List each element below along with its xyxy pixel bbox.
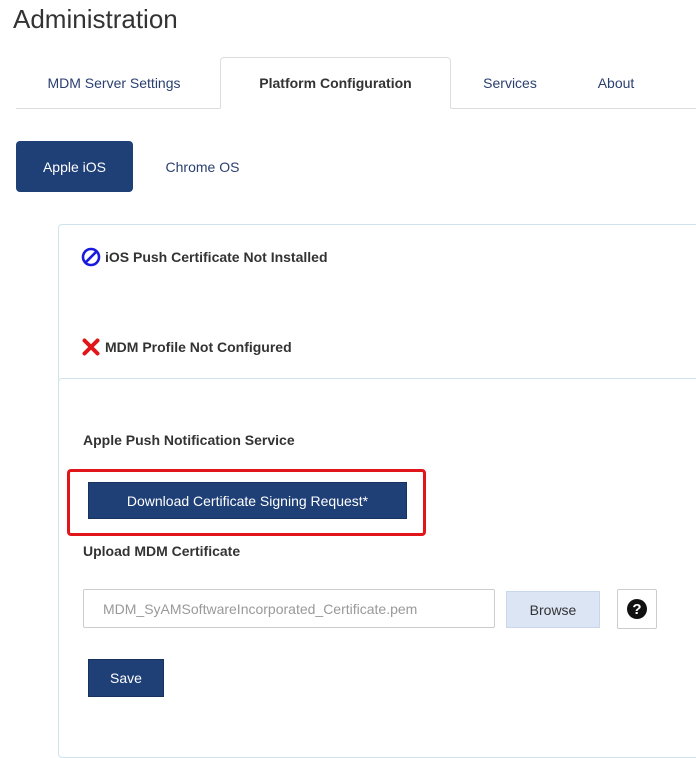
- tab-mdm-server-settings[interactable]: MDM Server Settings: [16, 58, 212, 108]
- mdm-profile-status-text: MDM Profile Not Configured: [105, 339, 292, 355]
- svg-text:?: ?: [632, 601, 641, 618]
- tab-about[interactable]: About: [574, 58, 658, 108]
- certificate-file-field[interactable]: MDM_SyAMSoftwareIncorporated_Certificate…: [83, 589, 495, 628]
- tab-platform-configuration[interactable]: Platform Configuration: [220, 57, 451, 109]
- error-x-icon: [81, 337, 105, 357]
- prohibited-icon: [81, 247, 105, 267]
- apns-section-title: Apple Push Notification Service: [83, 432, 295, 448]
- page-title: Administration: [13, 4, 178, 34]
- download-csr-button[interactable]: Download Certificate Signing Request*: [88, 482, 407, 519]
- push-cert-status: iOS Push Certificate Not Installed: [81, 247, 328, 267]
- tab-services[interactable]: Services: [462, 58, 558, 108]
- question-mark-icon: ?: [626, 598, 648, 620]
- upload-cert-label: Upload MDM Certificate: [83, 543, 241, 559]
- mdm-profile-status: MDM Profile Not Configured: [81, 337, 292, 357]
- help-button[interactable]: ?: [617, 589, 657, 629]
- push-cert-status-text: iOS Push Certificate Not Installed: [105, 249, 328, 265]
- status-panel: iOS Push Certificate Not Installed MDM P…: [58, 224, 696, 383]
- save-button[interactable]: Save: [88, 659, 164, 697]
- browse-button[interactable]: Browse: [506, 591, 600, 628]
- pill-apple-ios[interactable]: Apple iOS: [16, 141, 133, 192]
- pill-chrome-os[interactable]: Chrome OS: [145, 141, 260, 192]
